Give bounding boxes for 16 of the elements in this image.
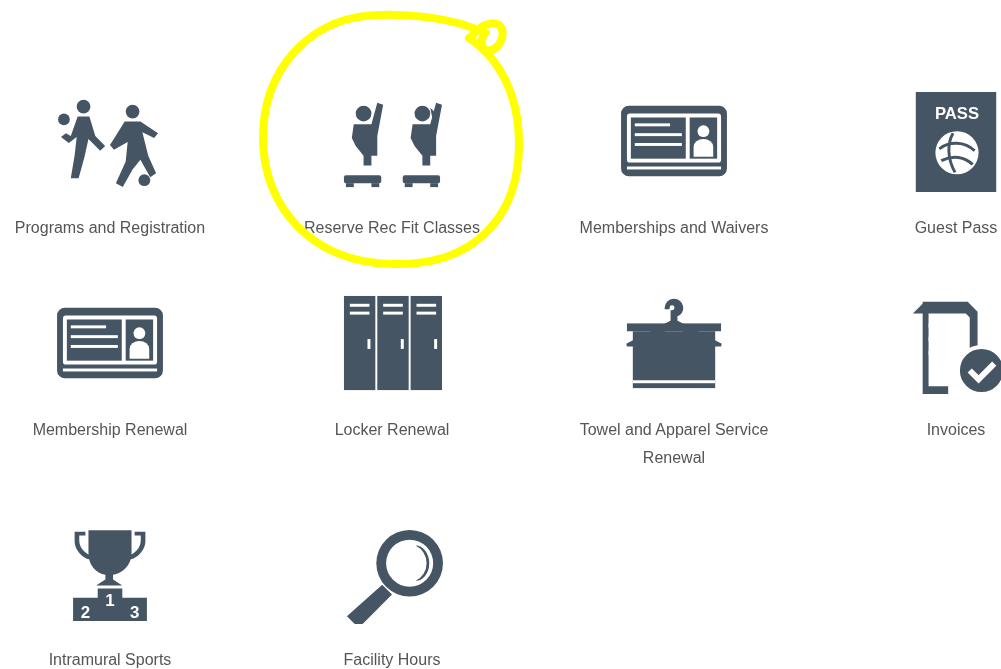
tile-link[interactable]: Facility Hours [282,646,502,669]
tile-link[interactable]: Programs and Registration [0,214,220,242]
icon-label: 2 [80,602,91,622]
tile-link[interactable]: Invoices [846,416,1001,444]
tile-link[interactable]: Membership Renewal [0,416,220,444]
icon-label: PASS [934,104,980,124]
tile-link[interactable]: Locker Renewal [282,416,502,444]
volleyball-icon [935,131,979,175]
tile-link[interactable]: Memberships and Waivers [564,214,784,242]
icon-label: 3 [129,602,140,622]
trophy-icon [74,530,146,586]
tile-link[interactable]: Guest Pass [846,214,1001,242]
tile-link[interactable]: Intramural Sports [0,646,220,669]
icon-label: 1 [105,590,115,610]
tile-link[interactable]: Towel and Apparel Service Renewal [564,416,784,472]
tile-link[interactable]: Reserve Rec Fit Classes [282,214,502,242]
